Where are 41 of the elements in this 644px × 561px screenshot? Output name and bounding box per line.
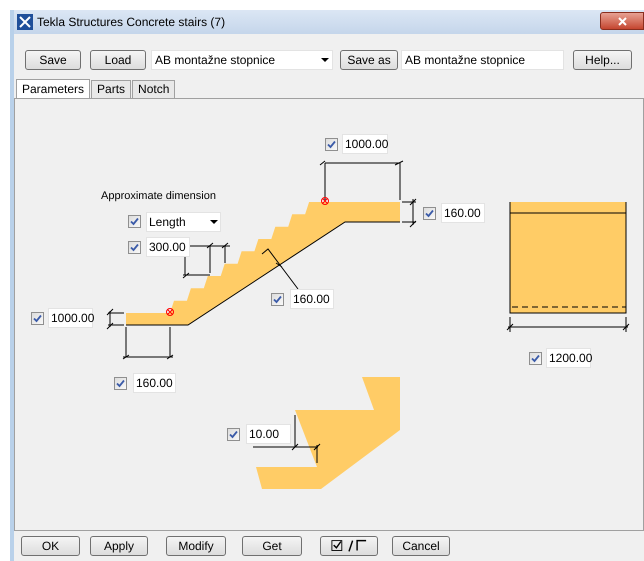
dropdown-arrow-icon — [210, 220, 218, 224]
tab[interactable]: Notch — [132, 80, 176, 98]
save-as-button[interactable]: Save as — [340, 50, 398, 70]
check-toggle-button[interactable] — [320, 536, 378, 556]
check-uncheck-icon — [331, 539, 367, 554]
checkbox[interactable] — [271, 292, 284, 306]
checkbox[interactable] — [529, 352, 542, 365]
dimension-field[interactable]: 160.00 — [441, 202, 485, 223]
save-button[interactable]: Save — [25, 50, 81, 70]
modify-button[interactable]: Modify — [166, 536, 226, 556]
tab[interactable]: Parameters — [16, 78, 90, 99]
dimension-field[interactable]: 10.00 — [246, 424, 291, 444]
close-button[interactable] — [600, 12, 644, 30]
dimension-field[interactable]: 300.00 — [146, 236, 190, 257]
dimension-field[interactable]: 160.00 — [290, 288, 334, 309]
checkbox[interactable] — [31, 312, 44, 325]
save-as-name-field[interactable]: AB montažne stopnice — [401, 50, 564, 70]
ok-button[interactable]: OK — [21, 536, 80, 556]
checkbox[interactable] — [325, 138, 338, 151]
dropdown-arrow-icon — [321, 58, 329, 62]
cancel-button[interactable]: Cancel — [392, 536, 450, 556]
tab[interactable]: Parts — [91, 80, 132, 98]
checkbox[interactable] — [128, 240, 141, 254]
get-button[interactable]: Get — [242, 536, 302, 556]
checkbox[interactable] — [128, 214, 141, 228]
checkbox[interactable] — [114, 376, 127, 390]
dimension-field[interactable]: 1000.00 — [48, 308, 93, 328]
apply-button[interactable]: Apply — [90, 536, 148, 556]
dimension-field[interactable]: 160.00 — [133, 372, 176, 393]
checkbox[interactable] — [227, 428, 240, 441]
checkbox[interactable] — [423, 206, 436, 220]
dimension-field[interactable]: 1200.00 — [546, 348, 591, 368]
window-title: Tekla Structures Concrete stairs (7) — [37, 14, 226, 31]
app-logo-icon — [17, 14, 33, 30]
preset-dropdown[interactable]: AB montažne stopnice — [151, 50, 333, 70]
load-button[interactable]: Load — [90, 50, 146, 70]
close-icon — [618, 16, 626, 26]
length-dropdown[interactable]: Length — [146, 212, 221, 232]
dimension-field[interactable]: 1000.00 — [342, 134, 388, 154]
help-button[interactable]: Help... — [573, 50, 632, 70]
approximate-dimension-label: Approximate dimension — [101, 188, 216, 204]
